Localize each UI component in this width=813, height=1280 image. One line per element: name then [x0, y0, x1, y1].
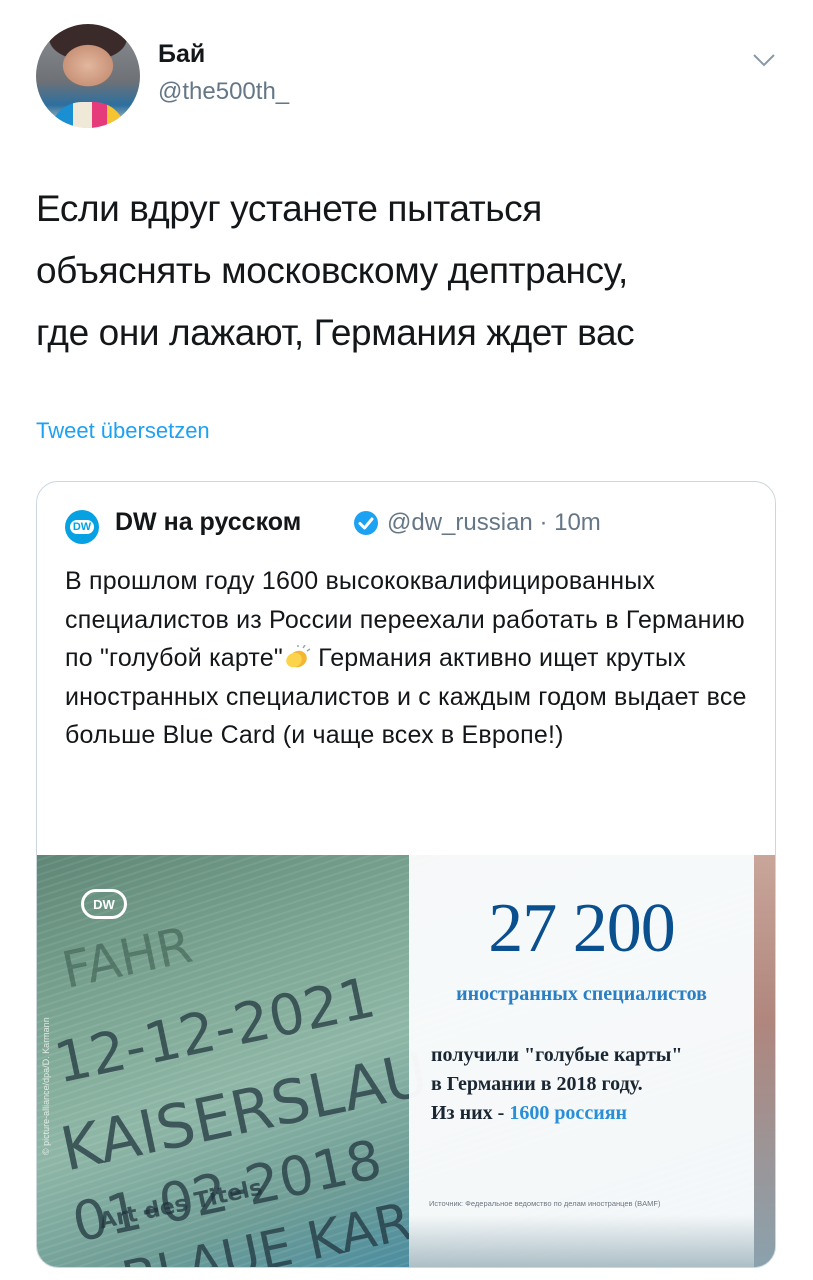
stat-panel: 27 200 иностранных специалистов получили…: [409, 855, 754, 1267]
quoted-timestamp[interactable]: 10m: [554, 509, 601, 536]
stat-label: иностранных специалистов: [456, 983, 707, 1005]
quoted-media-image[interactable]: FAHR 12-12-2021 KAISERSLAU 01-02-2018 Ar…: [37, 855, 775, 1267]
quoted-tweet-card[interactable]: DW DW на русском @dw_russian · 10m В про…: [36, 481, 776, 1268]
clapping-hands-emoji: [286, 645, 311, 668]
avatar-shirt: [50, 102, 126, 128]
photo-credit: © picture-alliance/dpa/D. Karmann: [41, 1017, 51, 1155]
quoted-author-handle[interactable]: @dw_russian: [387, 509, 533, 536]
chevron-down-icon[interactable]: [752, 52, 776, 68]
dw-avatar[interactable]: DW: [65, 510, 99, 544]
stat-number: 27 200: [488, 890, 676, 967]
photo-text-fahr: FAHR: [57, 915, 197, 1000]
stat-line-3-highlight: 1600 россиян: [509, 1102, 628, 1124]
stat-line-3: Из них - 1600 россиян: [431, 1099, 741, 1128]
panel-bottom-overlay: [409, 1215, 754, 1267]
meta-separator: ·: [539, 509, 548, 536]
tweet-text: Если вдруг устанете пытаться объяснять м…: [36, 188, 635, 353]
stat-source: Источник: Федеральное ведомство по делам…: [429, 1199, 661, 1208]
quoted-meta: @dw_russian · 10m: [387, 509, 601, 537]
avatar[interactable]: [36, 24, 140, 128]
translate-link[interactable]: Tweet übersetzen: [36, 418, 210, 444]
dw-avatar-label: DW: [69, 520, 95, 534]
photo-right-edge: [754, 855, 775, 1267]
dw-logo-label: DW: [93, 896, 115, 912]
quoted-tweet-text: В прошлом году 1600 высококвалифицирован…: [65, 562, 755, 755]
stat-line-1: получили "голубые карты": [431, 1044, 683, 1066]
user-display-name[interactable]: Бай: [158, 40, 205, 69]
stat-line-2: в Германии в 2018 году.: [431, 1073, 643, 1095]
verified-badge-icon: [354, 511, 378, 535]
stat-description: получили "голубые карты" в Германии в 20…: [431, 1041, 741, 1128]
quoted-author-name[interactable]: DW на русском: [115, 508, 301, 537]
stat-line-3-prefix: Из них -: [431, 1102, 510, 1124]
dw-logo: DW: [81, 889, 127, 919]
user-handle[interactable]: @the500th_: [158, 78, 289, 106]
